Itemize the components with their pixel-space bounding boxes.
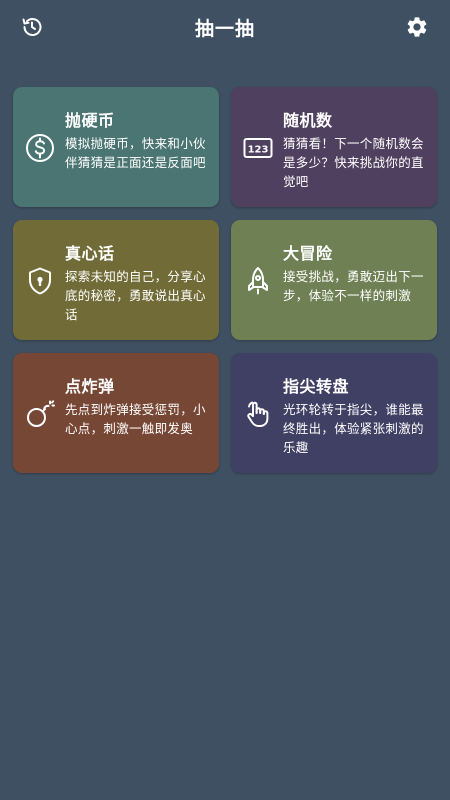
card-description: 模拟抛硬币，快来和小伙伴猜猜是正面还是反面吧 — [65, 136, 206, 170]
card-title: 指尖转盘 — [283, 377, 350, 396]
card-description: 猜猜看！下一个随机数会是多少？快来挑战你的直觉吧 — [283, 136, 424, 189]
card-dare[interactable]: 大冒险 接受挑战，勇敢迈出下一步，体验不一样的刺激 — [231, 220, 437, 340]
page-title: 抽一抽 — [194, 18, 255, 40]
card-description: 光环轮转于指尖，谁能最终胜出，体验紧张刺激的乐趣 — [283, 402, 424, 455]
card-description: 接受挑战，勇敢迈出下一步，体验不一样的刺激 — [283, 269, 424, 303]
card-random-number[interactable]: 123 随机数 猜猜看！下一个随机数会是多少？快来挑战你的直觉吧 — [231, 87, 437, 207]
card-title: 抛硬币 — [65, 111, 115, 130]
card-title: 大冒险 — [283, 244, 333, 263]
card-finger-spinner[interactable]: 指尖转盘 光环轮转于指尖，谁能最终胜出，体验紧张刺激的乐趣 — [231, 353, 437, 473]
card-title: 随机数 — [283, 111, 333, 130]
rocket-icon — [241, 264, 275, 298]
shield-lock-icon — [23, 264, 57, 298]
number-123-icon: 123 — [241, 131, 275, 165]
bomb-icon — [23, 397, 57, 431]
coin-dollar-icon — [23, 131, 57, 165]
card-description: 探索未知的自己，分享心底的秘密，勇敢说出真心话 — [65, 269, 206, 322]
card-title: 真心话 — [65, 244, 115, 263]
hand-touch-icon — [241, 397, 275, 431]
card-bomb[interactable]: 点炸弹 先点到炸弹接受惩罚，小心点，刺激一触即发奥 — [13, 353, 219, 473]
settings-button[interactable] — [403, 15, 431, 43]
card-truth[interactable]: 真心话 探索未知的自己，分享心底的秘密，勇敢说出真心话 — [13, 220, 219, 340]
card-title: 点炸弹 — [65, 377, 115, 396]
top-bar: 抽一抽 — [0, 0, 450, 58]
svg-text:123: 123 — [248, 145, 269, 156]
card-coin-flip[interactable]: 抛硬币 模拟抛硬币，快来和小伙伴猜猜是正面还是反面吧 — [13, 87, 219, 207]
card-description: 先点到炸弹接受惩罚，小心点，刺激一触即发奥 — [65, 402, 206, 436]
settings-gear-icon — [405, 15, 429, 43]
